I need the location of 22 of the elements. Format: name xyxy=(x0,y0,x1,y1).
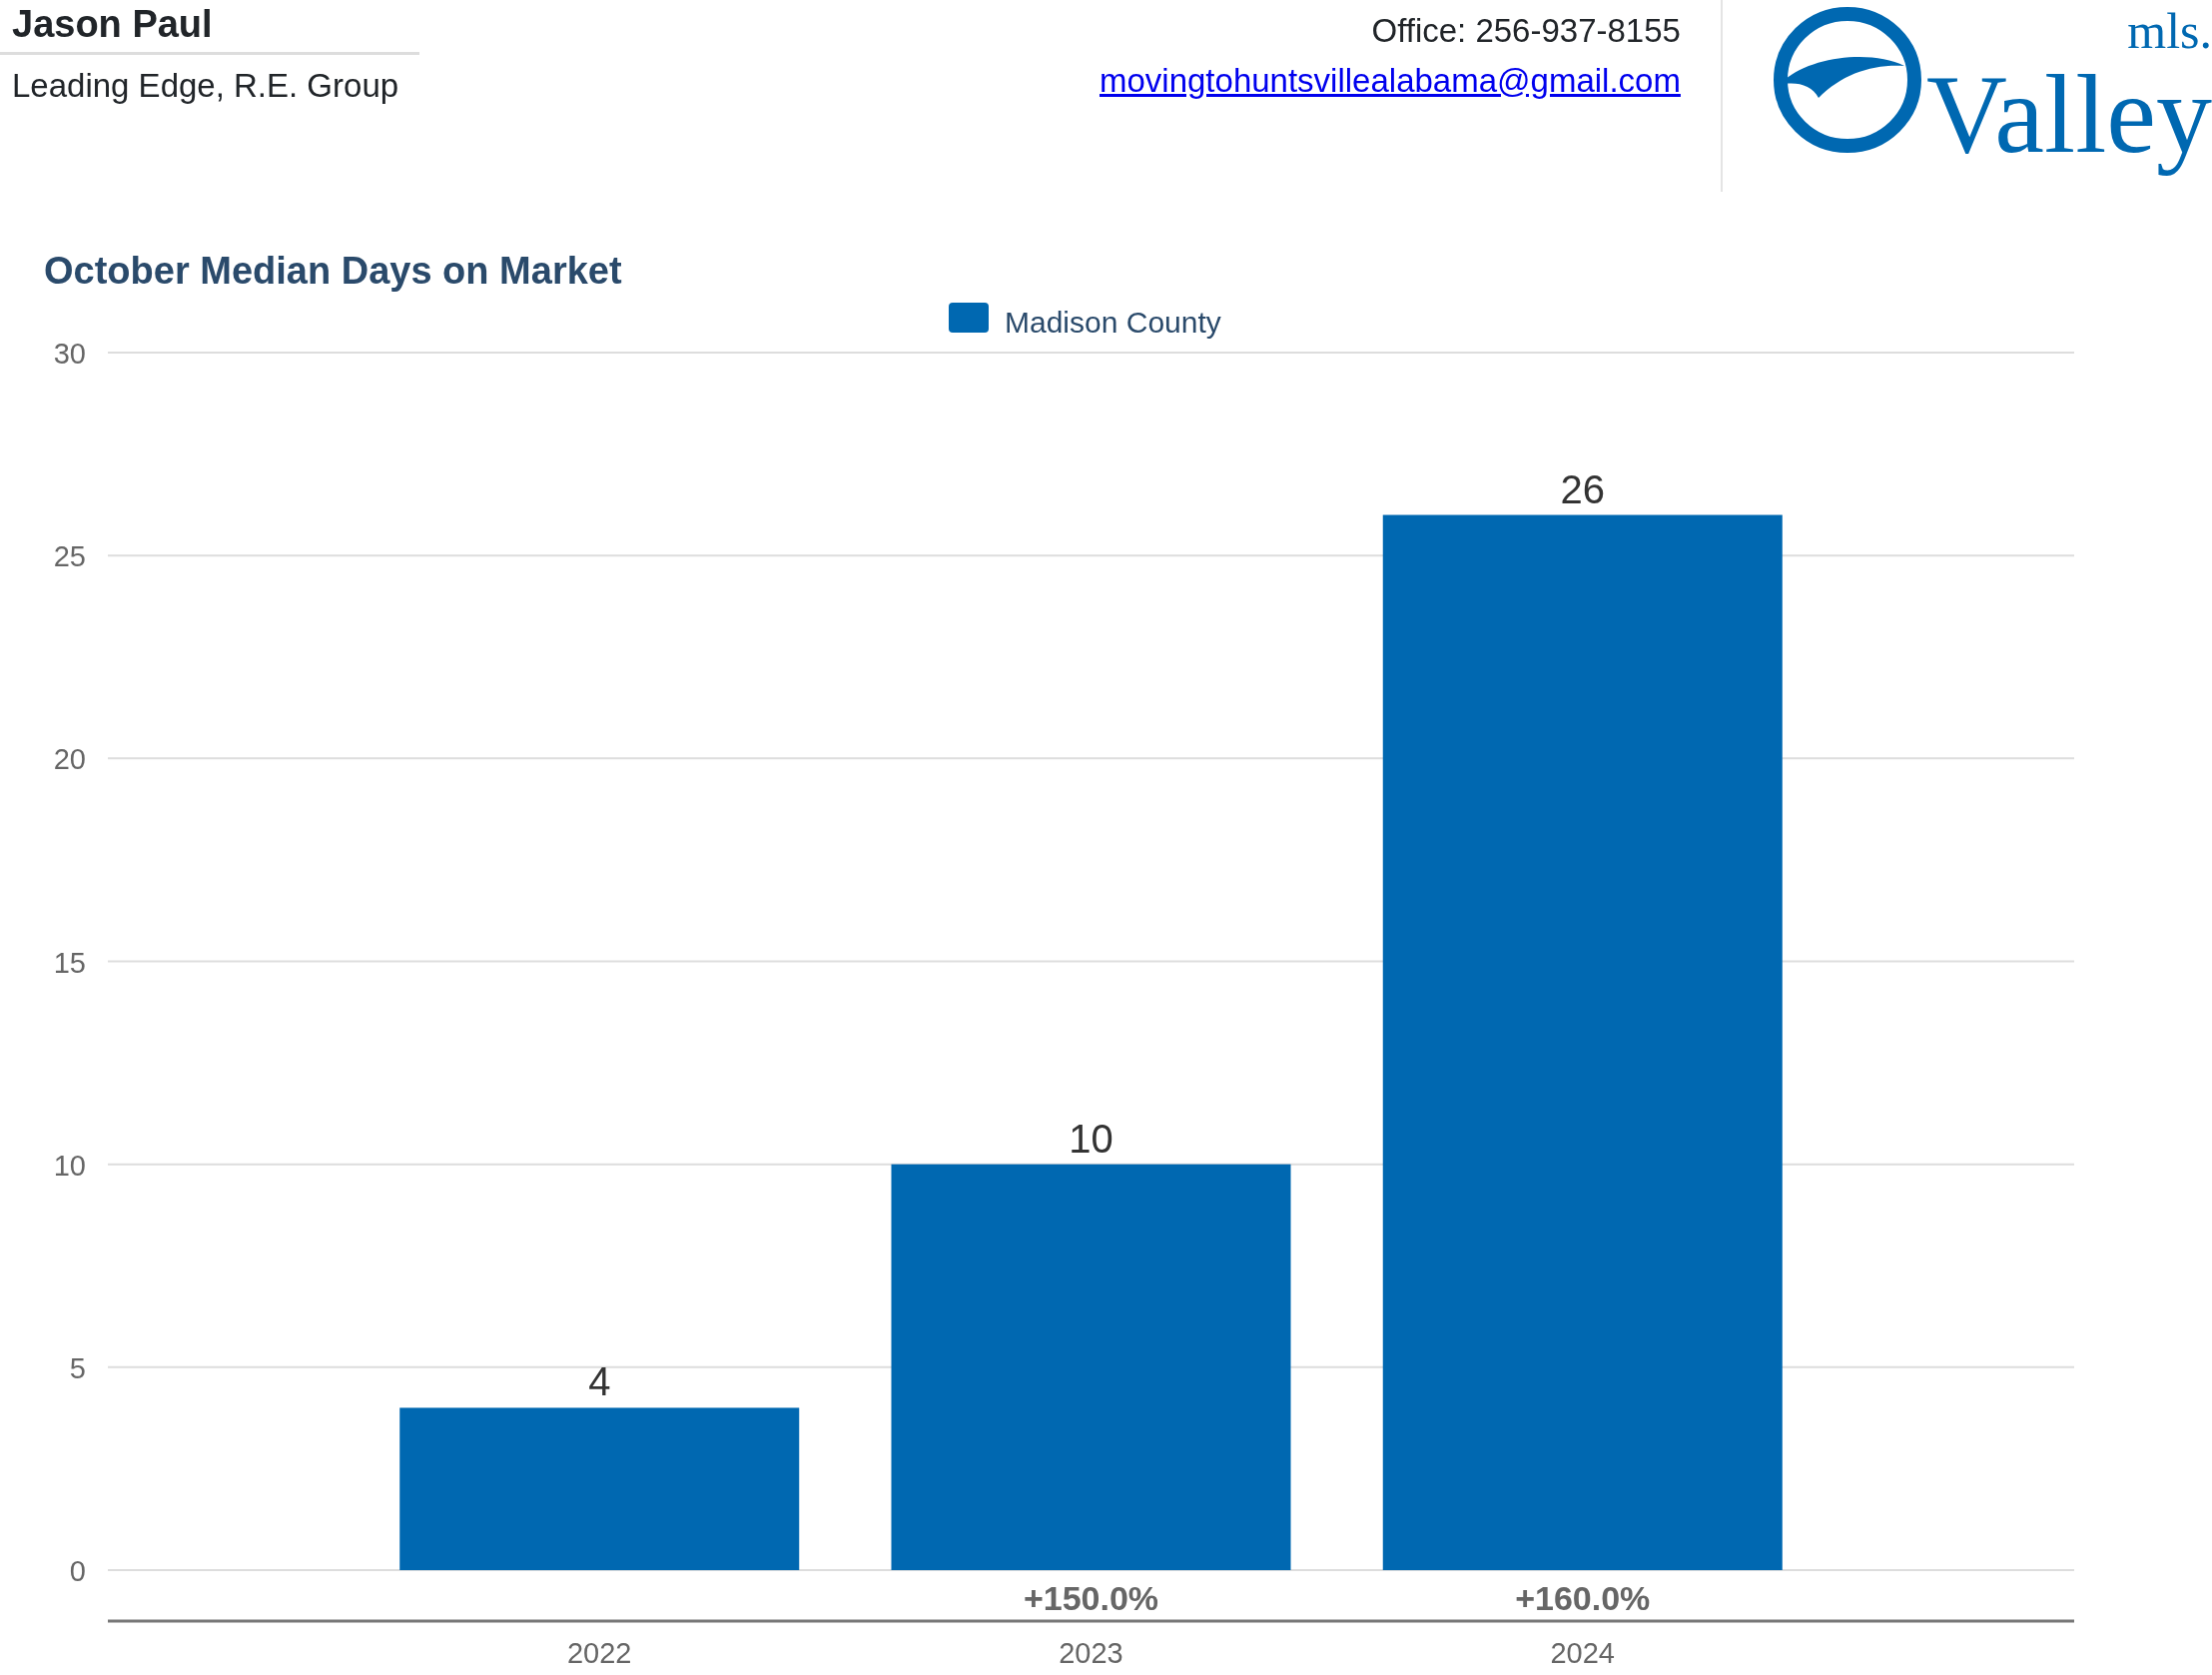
logo-icon xyxy=(1772,6,1922,154)
email-link[interactable]: movingtohuntsvillealabama@gmail.com xyxy=(1100,55,1681,105)
value-label: 26 xyxy=(1560,466,1605,511)
axis-label: 10 xyxy=(53,1149,86,1182)
legend-label: Madison County xyxy=(1005,306,1221,339)
axis-label: 2023 xyxy=(1059,1637,1123,1669)
axis-label: 0 xyxy=(69,1555,86,1587)
office-phone: Office: 256-937-8155 xyxy=(1371,11,1681,51)
axis-label: 20 xyxy=(53,743,86,776)
value-label: 10 xyxy=(1069,1116,1113,1161)
axis-label: 2022 xyxy=(567,1637,632,1669)
value-label: 4 xyxy=(588,1359,611,1404)
change-label: +160.0% xyxy=(1515,1579,1651,1617)
agent-name: Jason Paul xyxy=(0,0,419,55)
chart-title: October Median Days on Market xyxy=(44,250,622,292)
axis-label: 25 xyxy=(53,540,86,573)
company-name: Leading Edge, R.E. Group xyxy=(11,65,400,106)
change-label: +150.0% xyxy=(1023,1579,1159,1617)
axis-label: 30 xyxy=(53,338,86,370)
axis-label: 5 xyxy=(69,1351,86,1384)
axis-label: 15 xyxy=(53,946,86,979)
axis-label: 2024 xyxy=(1550,1637,1615,1669)
